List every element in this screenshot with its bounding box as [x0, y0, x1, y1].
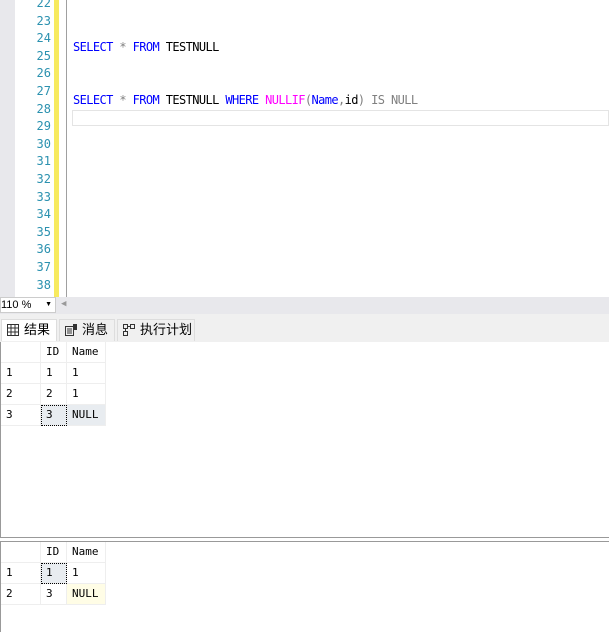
- table-cell[interactable]: 1: [67, 384, 106, 405]
- table-cell[interactable]: 3: [41, 584, 67, 605]
- line-number: 30: [15, 136, 51, 154]
- line-number: 35: [15, 224, 51, 242]
- line-number: 26: [15, 65, 51, 83]
- column-header[interactable]: ID: [41, 542, 67, 563]
- zoom-dropdown[interactable]: 110 % ▼: [0, 297, 56, 313]
- line-number: 37: [15, 259, 51, 277]
- scroll-left-icon[interactable]: ◀: [61, 299, 66, 309]
- line-number: 38: [15, 277, 51, 295]
- code-token: ): [358, 93, 365, 107]
- line-number: 34: [15, 206, 51, 224]
- code-token: [384, 93, 391, 107]
- results-tabs: 结果 消息 执行计划: [0, 314, 609, 343]
- tab-messages[interactable]: 消息: [59, 319, 115, 341]
- line-number: 27: [15, 83, 51, 101]
- table-cell[interactable]: 1: [67, 563, 106, 584]
- code-token: SELECT: [73, 40, 113, 54]
- column-header[interactable]: [1, 542, 41, 563]
- sql-editor[interactable]: 222324252627282930313233343536373839 SEL…: [0, 0, 609, 297]
- table-cell[interactable]: NULL: [67, 405, 106, 426]
- code-token: Name: [312, 93, 339, 107]
- column-header[interactable]: Name: [67, 542, 106, 563]
- code-token: TESTNULL: [159, 93, 225, 107]
- tab-label: 执行计划: [140, 323, 192, 338]
- table-cell[interactable]: 3: [41, 405, 67, 426]
- row-number[interactable]: 1: [1, 363, 41, 384]
- results-grid-2[interactable]: IDName11123NULL: [0, 541, 609, 632]
- column-header[interactable]: Name: [67, 342, 106, 363]
- code-token: ,: [338, 93, 345, 107]
- tab-label: 结果: [24, 323, 50, 338]
- line-number: 32: [15, 171, 51, 189]
- code-token: SELECT: [73, 93, 113, 107]
- code-token: [126, 93, 133, 107]
- code-token: WHERE: [225, 93, 258, 107]
- code-line-28[interactable]: SELECT * FROM TESTNULL WHERE NULLIF(Name…: [73, 92, 418, 110]
- zoom-value: 110 %: [1, 299, 31, 311]
- line-number: 23: [15, 13, 51, 31]
- code-token: [126, 40, 133, 54]
- line-number: 25: [15, 48, 51, 66]
- column-header[interactable]: [1, 342, 41, 363]
- code-token: id: [345, 93, 358, 107]
- code-token: *: [119, 93, 126, 107]
- table-cell[interactable]: NULL: [67, 584, 106, 605]
- current-line-highlight: [72, 110, 609, 126]
- table-cell[interactable]: 2: [41, 384, 67, 405]
- line-number: 33: [15, 189, 51, 207]
- line-number: 28: [15, 101, 51, 119]
- change-tracking-bar: [54, 0, 59, 297]
- code-line-25[interactable]: SELECT * FROM TESTNULL: [73, 39, 219, 57]
- table-cell[interactable]: 1: [41, 563, 67, 584]
- line-number: 31: [15, 153, 51, 171]
- row-number[interactable]: 2: [1, 584, 41, 605]
- results-grid-1[interactable]: IDName11122133NULL: [0, 342, 609, 538]
- code-token: FROM: [133, 93, 160, 107]
- code-token: NULL: [391, 93, 418, 107]
- code-token: TESTNULL: [159, 40, 219, 54]
- editor-margin: [0, 0, 15, 297]
- column-header[interactable]: ID: [41, 342, 67, 363]
- code-token: FROM: [133, 40, 160, 54]
- editor-status-bar: [0, 297, 609, 314]
- grid-icon: [7, 324, 19, 336]
- code-token: (: [305, 93, 312, 107]
- chevron-down-icon: ▼: [45, 298, 52, 312]
- tab-results[interactable]: 结果: [1, 319, 57, 341]
- line-number-gutter: 222324252627282930313233343536373839: [15, 0, 55, 297]
- code-token: *: [119, 40, 126, 54]
- tab-execution-plan[interactable]: 执行计划: [117, 319, 195, 341]
- line-number: 36: [15, 241, 51, 259]
- line-number: 22: [15, 0, 51, 13]
- code-token: IS: [371, 93, 384, 107]
- row-number[interactable]: 3: [1, 405, 41, 426]
- gutter-divider: [66, 0, 67, 297]
- tab-label: 消息: [82, 323, 108, 338]
- code-token: NULLIF: [265, 93, 305, 107]
- line-number: 24: [15, 30, 51, 48]
- row-number[interactable]: 2: [1, 384, 41, 405]
- table-cell[interactable]: 1: [41, 363, 67, 384]
- line-number: 29: [15, 118, 51, 136]
- execution-plan-icon: [123, 324, 135, 336]
- message-icon: [65, 324, 77, 336]
- table-cell[interactable]: 1: [67, 363, 106, 384]
- row-number[interactable]: 1: [1, 563, 41, 584]
